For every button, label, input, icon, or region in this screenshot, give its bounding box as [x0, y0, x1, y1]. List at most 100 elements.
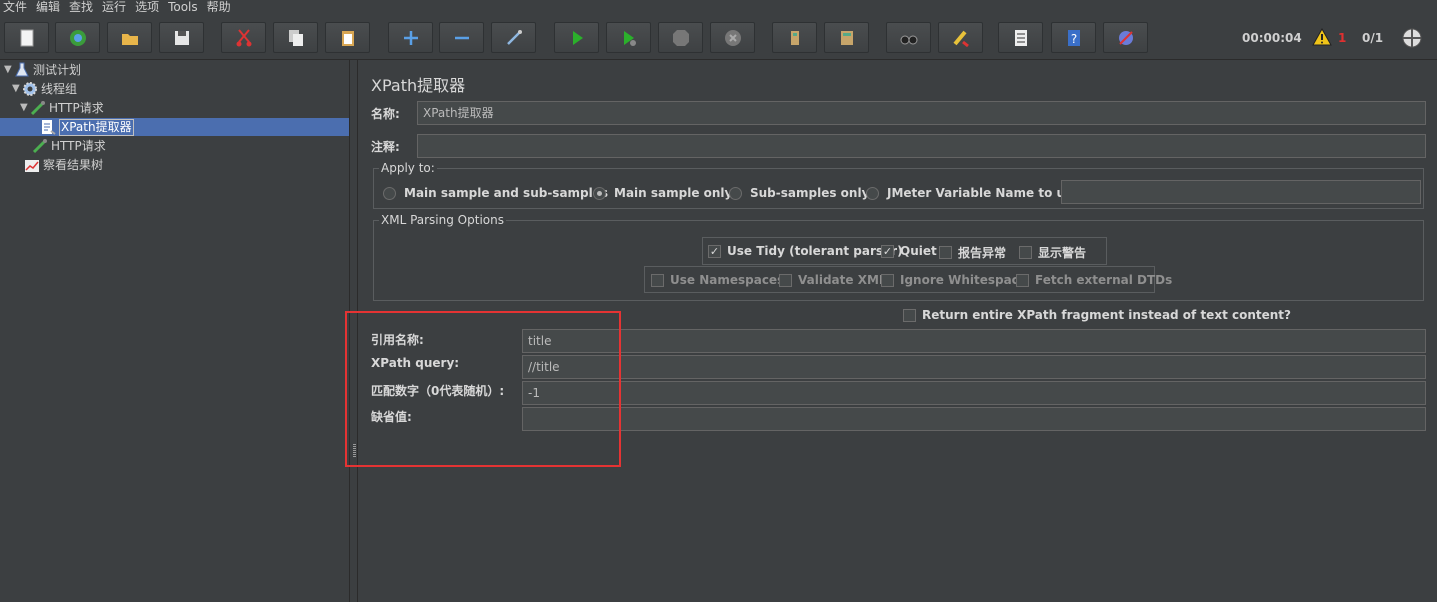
report-errors-checkbox[interactable]: 报告异常 — [939, 244, 1006, 261]
globe-icon[interactable] — [1401, 27, 1423, 49]
expand-arrow-icon[interactable]: ▼ — [12, 80, 22, 98]
tree-node-thread-group[interactable]: ▼ 线程组 — [12, 80, 77, 98]
copy-icon — [288, 29, 303, 46]
stop-button[interactable] — [658, 22, 703, 53]
checkbox-empty-icon — [1016, 273, 1029, 287]
flask-icon — [15, 62, 29, 77]
toolbar: ? 00:00:04 1 0/1 — [0, 12, 1437, 60]
shutdown-button[interactable] — [710, 22, 755, 53]
name-label: 名称: — [371, 107, 400, 121]
name-field[interactable]: XPath提取器 — [417, 101, 1426, 125]
comment-field[interactable] — [417, 134, 1426, 158]
use-tidy-checkbox[interactable]: ✓ Use Tidy (tolerant parser) — [708, 244, 903, 258]
radio-jmeter-variable[interactable]: JMeter Variable Name to use — [866, 186, 1080, 200]
radio-label: Main sample only — [614, 186, 733, 200]
radio-label: Main sample and sub-samples — [404, 186, 609, 200]
expand-button[interactable] — [388, 22, 433, 53]
broom-all-icon — [840, 30, 853, 45]
open-button[interactable] — [107, 22, 152, 53]
collapse-button[interactable] — [439, 22, 484, 53]
fetch-dtds-checkbox[interactable]: Fetch external DTDs — [1016, 273, 1172, 287]
search-button[interactable] — [886, 22, 931, 53]
tree-label: XPath提取器 — [59, 118, 134, 136]
active-threads: 0/1 — [1362, 31, 1384, 45]
menu-tools[interactable]: Tools — [165, 1, 204, 12]
menu-help[interactable]: 帮助 — [204, 1, 237, 12]
help-button[interactable]: ? — [1051, 22, 1096, 53]
checkbox-label: 报告异常 — [958, 246, 1007, 260]
new-button[interactable] — [4, 22, 49, 53]
checkbox-label: 显示警告 — [1038, 246, 1087, 260]
checkbox-label: Fetch external DTDs — [1035, 273, 1173, 287]
warning-count: 1 — [1338, 31, 1347, 45]
plus-icon — [403, 30, 418, 45]
checkbox-label: Ignore Whitespace — [900, 273, 1027, 287]
menu-edit[interactable]: 编辑 — [33, 1, 66, 12]
radio-label: Sub-samples only — [750, 186, 870, 200]
match-number-field[interactable]: -1 — [522, 381, 1426, 405]
warning-icon[interactable] — [1312, 28, 1332, 46]
jmeter-variable-field[interactable] — [1061, 180, 1421, 204]
tree-node-http-request-1[interactable]: ▼ HTTP请求 — [20, 99, 104, 117]
checkbox-label: Use Namespaces — [670, 273, 785, 287]
clear-all-button[interactable] — [824, 22, 869, 53]
checkbox-label: Use Tidy (tolerant parser) — [727, 244, 903, 258]
show-warnings-checkbox[interactable]: 显示警告 — [1019, 244, 1086, 261]
remote-button[interactable] — [1103, 22, 1148, 53]
radio-dot-icon — [866, 186, 879, 200]
checkbox-empty-icon — [903, 308, 916, 322]
expand-arrow-icon[interactable]: ▼ — [4, 61, 14, 79]
broom-icon — [790, 30, 799, 45]
remote-icon — [1118, 30, 1133, 45]
toggle-button[interactable] — [491, 22, 536, 53]
tree-node-xpath-extractor[interactable]: XPath提取器 — [40, 118, 134, 136]
menu-file[interactable]: 文件 — [0, 1, 33, 12]
checkbox-empty-icon — [1019, 246, 1032, 259]
start-button[interactable] — [554, 22, 599, 53]
radio-main-and-sub[interactable]: Main sample and sub-samples — [383, 186, 608, 200]
tree-node-results-tree[interactable]: 察看结果树 — [24, 156, 103, 174]
ignore-whitespace-checkbox[interactable]: Ignore Whitespace — [881, 273, 1027, 287]
checkbox-empty-icon — [939, 246, 952, 259]
copy-button[interactable] — [273, 22, 318, 53]
radio-sub-only[interactable]: Sub-samples only — [729, 186, 869, 200]
paste-icon — [341, 30, 354, 46]
test-plan-tree: ▼ 测试计划 ▼ 线程组 ▼ HTTP请求 XPath提取器 HTTP请求 察看… — [0, 60, 349, 602]
extractor-icon — [42, 120, 56, 135]
tree-node-http-request-2[interactable]: HTTP请求 — [32, 137, 106, 155]
xpath-query-field[interactable]: //title — [522, 355, 1426, 379]
radio-main-only[interactable]: Main sample only — [593, 186, 732, 200]
tree-label: HTTP请求 — [51, 139, 106, 153]
menu-run[interactable]: 运行 — [99, 1, 132, 12]
tree-node-test-plan[interactable]: ▼ 测试计划 — [4, 61, 81, 79]
start-no-pause-button[interactable] — [606, 22, 651, 53]
reset-search-button[interactable] — [938, 22, 983, 53]
reset-search-icon — [952, 30, 969, 47]
checkbox-label: Validate XML — [798, 273, 887, 287]
tree-label: 测试计划 — [33, 63, 82, 77]
function-helper-button[interactable] — [998, 22, 1043, 53]
chart-icon — [25, 160, 39, 172]
shutdown-icon — [724, 29, 741, 46]
panel-title: XPath提取器 — [371, 76, 466, 95]
save-button[interactable] — [159, 22, 204, 53]
templates-icon — [69, 29, 86, 46]
check-icon: ✓ — [708, 244, 721, 258]
clear-button[interactable] — [772, 22, 817, 53]
paste-button[interactable] — [325, 22, 370, 53]
menu-search[interactable]: 查找 — [66, 1, 99, 12]
default-value-field[interactable] — [522, 407, 1426, 431]
annotation-highlight-box — [345, 311, 621, 467]
quiet-checkbox[interactable]: ✓ Quiet — [881, 244, 937, 258]
reference-name-field[interactable]: title — [522, 329, 1426, 353]
cut-button[interactable] — [221, 22, 266, 53]
return-fragment-checkbox[interactable]: Return entire XPath fragment instead of … — [903, 308, 1291, 322]
apply-to-title: Apply to: — [379, 161, 437, 175]
templates-button[interactable] — [55, 22, 100, 53]
validate-xml-checkbox[interactable]: Validate XML — [779, 273, 887, 287]
help-icon: ? — [1067, 29, 1080, 46]
expand-arrow-icon[interactable]: ▼ — [20, 99, 30, 117]
menu-options[interactable]: 选项 — [132, 1, 165, 12]
use-namespaces-checkbox[interactable]: Use Namespaces — [651, 273, 784, 287]
xml-parsing-options-group: XML Parsing Options ✓ Use Tidy (tolerant … — [373, 213, 1424, 301]
